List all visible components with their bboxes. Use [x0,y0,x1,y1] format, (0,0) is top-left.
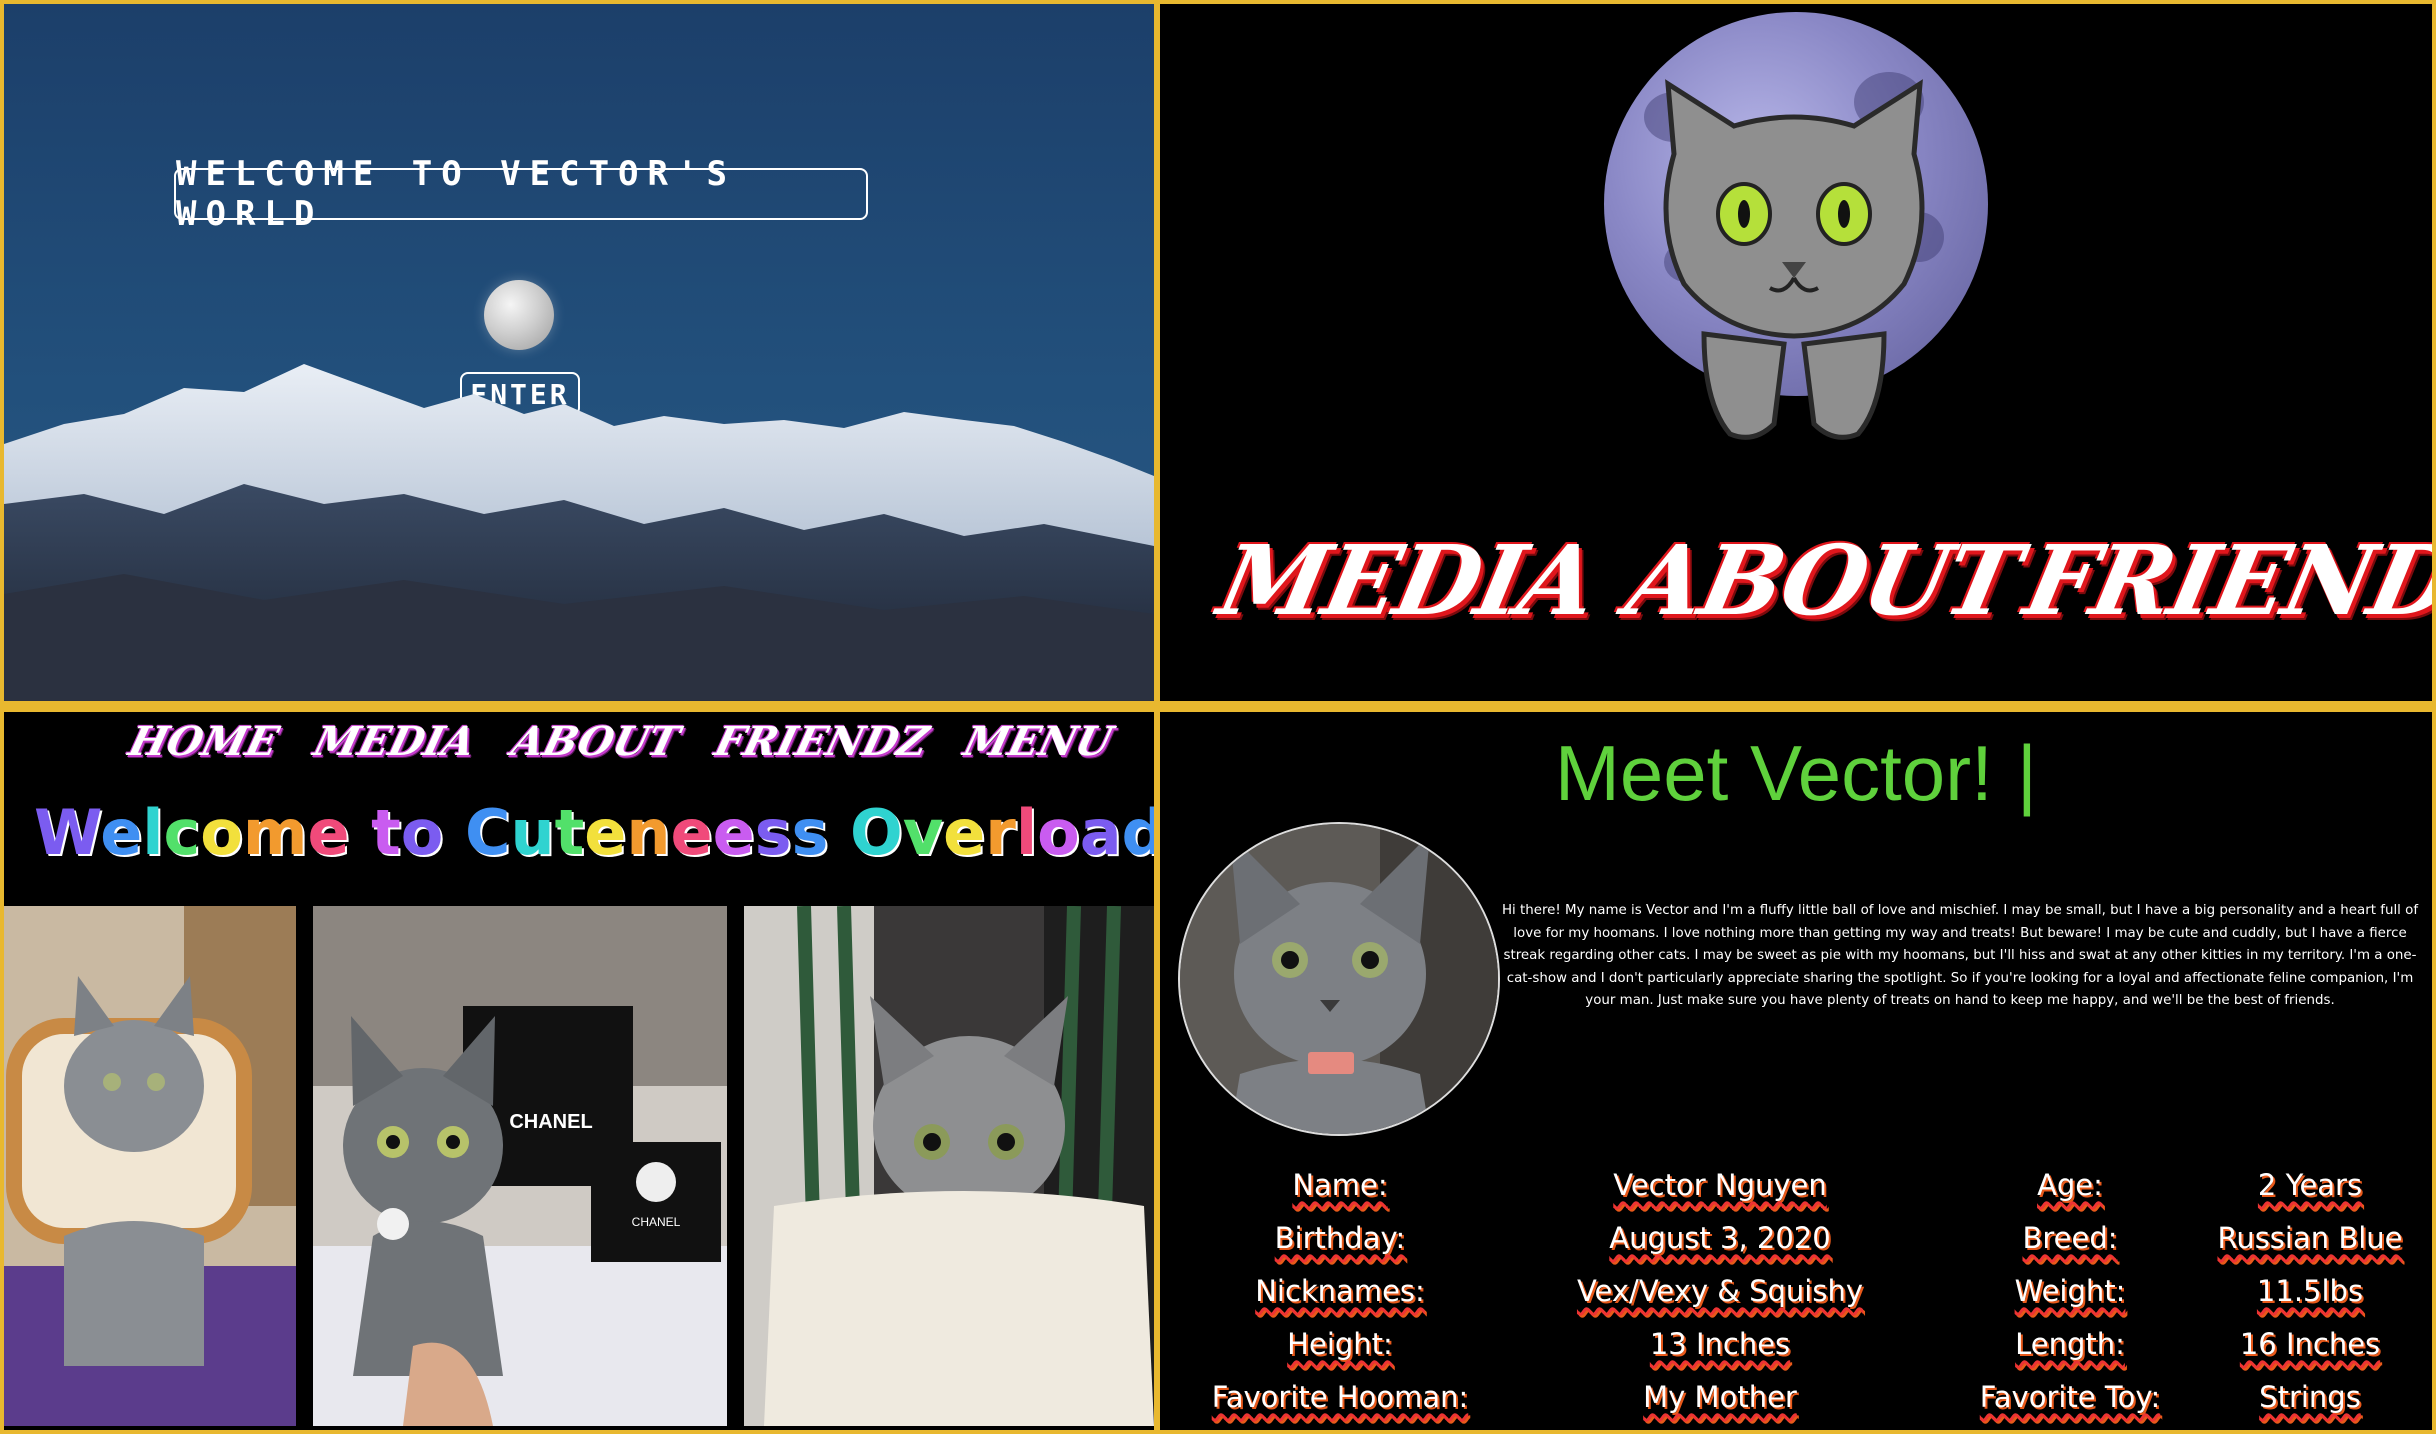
title-letter [350,796,372,869]
chanel-box-label: CHANEL [632,1215,681,1229]
info-row: Favorite Hooman: My Mother Favorite Toy: St… [1160,1380,2432,1420]
cat-photo-chanel: CHANEL CHANEL [313,906,727,1426]
about-bio: Hi there! My name is Vector and I'm a fl… [1501,903,2419,1008]
cat-photo-tote-bag [744,906,1154,1426]
info-value: 16 Inches [2239,1327,2381,1361]
title-letter: l [1015,796,1038,869]
info-value: Vector Nguyen [1613,1168,1827,1202]
info-value: 11.5lbs [2256,1274,2364,1308]
info-label: Age: [2037,1168,2103,1202]
nav-about-link[interactable]: ABOUT [1618,524,2028,637]
about-title: Meet Vector! | [1160,728,2432,819]
title-letter: e [670,796,713,869]
title-letter: d [1121,796,1154,869]
info-value: Russian Blue [2217,1221,2403,1255]
title-letter: t [371,796,401,869]
top-navigation: HOME MEDIA ABOUT FRIENDZ MENU [124,718,1117,765]
moon-icon [484,280,554,350]
title-letter: e [712,796,755,869]
info-value: My Mother [1643,1380,1797,1414]
title-letter: O [850,796,903,869]
info-label: Favorite Hooman: [1211,1380,1469,1414]
title-letter: o [400,796,444,869]
info-value: Vex/Vexy & Squishy [1576,1274,1864,1308]
info-label: Name: [1292,1168,1388,1202]
title-letter: l [142,796,164,869]
title-letter: e [943,796,986,869]
typing-cursor: | [2016,729,2038,817]
gallery-title: Welcome to Cuteneess Overload! [34,796,1154,869]
about-title-text: Meet Vector! [1554,729,1993,817]
title-letter: m [242,796,308,869]
info-row: Nicknames: Vex/Vexy & Squishy Weight: 11.5l… [1160,1274,2432,1314]
title-letter: s [754,796,792,869]
nav-menu-link[interactable]: MENU [959,718,1117,765]
title-letter: C [465,796,511,869]
chanel-bag-label: CHANEL [509,1111,592,1133]
nav-about-link[interactable]: ABOUT [507,718,684,765]
info-label: Length: [2015,1327,2125,1361]
title-letter: W [34,796,101,869]
info-label: Weight: [2014,1274,2126,1308]
nav-friendz-link[interactable]: FRIENDZ [2016,524,2432,637]
info-value: August 3, 2020 [1609,1221,1831,1255]
vector-avatar [1178,822,1500,1136]
about-panel: Meet Vector! | Hi there! My name is Vecto… [1160,712,2432,1430]
info-label: Birthday: [1274,1221,1406,1255]
title-letter: c [163,796,201,869]
info-label: Nicknames: [1255,1274,1425,1308]
mountain-landscape [4,364,1154,701]
title-letter: t [554,796,585,869]
title-letter: s [791,796,829,869]
info-value: Strings [2259,1380,2361,1414]
title-letter: e [307,796,350,869]
nav-media-link[interactable]: MEDIA [1210,524,1606,637]
info-label: Height: [1287,1327,1393,1361]
title-letter: a [1079,796,1122,869]
info-row: Name: Vector Nguyen Age: 2 Years [1160,1168,2432,1208]
title-letter: r [985,796,1016,869]
cat-mascot-icon [1663,79,1925,440]
nav-home-link[interactable]: HOME [124,718,283,765]
title-letter: o [200,796,243,869]
nav-media-link[interactable]: MEDIA [310,718,481,765]
menu-panel: MEDIA ABOUT FRIENDZ [1160,4,2432,701]
title-letter: e [100,796,143,869]
title-letter [828,796,850,869]
info-value: 13 Inches [1649,1327,1791,1361]
cat-photo-cone [4,906,296,1426]
title-letter: u [510,796,555,869]
title-letter: n [626,796,671,869]
info-row: Birthday: August 3, 2020 Breed: Russian Blu… [1160,1221,2432,1261]
title-letter [443,796,465,869]
info-row: Height: 13 Inches Length: 16 Inches [1160,1327,2432,1367]
welcome-banner: WELCOME TO VECTOR'S WORLD [174,154,868,234]
gallery-panel: HOME MEDIA ABOUT FRIENDZ MENU Welcome to… [4,712,1154,1430]
title-letter: o [1037,796,1080,869]
landing-panel: WELCOME TO VECTOR'S WORLD ENTER [4,4,1154,701]
info-label: Favorite Toy: [1979,1380,2161,1414]
info-value: 2 Years [2257,1168,2363,1202]
title-letter: v [902,796,944,869]
info-label: Breed: [2022,1221,2118,1255]
title-letter: e [584,796,627,869]
nav-friendz-link[interactable]: FRIENDZ [710,718,933,765]
